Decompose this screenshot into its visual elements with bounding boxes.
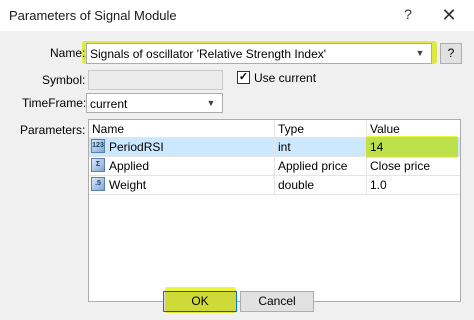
parameters-label: Parameters: bbox=[20, 123, 86, 137]
column-header-value[interactable]: Value bbox=[370, 122, 400, 136]
ok-button[interactable]: OK bbox=[163, 291, 237, 312]
column-divider[interactable] bbox=[366, 120, 367, 137]
dialog-body: Name: Signals of oscillator 'Relative St… bbox=[0, 31, 474, 320]
name-dropdown[interactable]: Signals of oscillator 'Relative Strength… bbox=[86, 43, 432, 64]
parameters-table[interactable]: Name Type Value 123 PeriodRSI int 14 Σ A… bbox=[88, 119, 461, 302]
cancel-button[interactable]: Cancel bbox=[240, 291, 314, 312]
param-name: Weight bbox=[109, 178, 147, 192]
parameter-icon: .5 bbox=[91, 177, 105, 191]
column-divider[interactable] bbox=[274, 120, 275, 137]
window-title: Parameters of Signal Module bbox=[9, 8, 177, 23]
parameter-icon: Σ bbox=[91, 158, 105, 172]
table-header: Name Type Value bbox=[89, 120, 460, 138]
symbol-label: Symbol: bbox=[42, 73, 86, 87]
timeframe-dropdown[interactable]: current ▼ bbox=[86, 93, 223, 113]
name-label: Name: bbox=[50, 46, 86, 60]
column-gridline bbox=[366, 137, 367, 195]
name-dropdown-value: Signals of oscillator 'Relative Strength… bbox=[90, 47, 327, 61]
timeframe-label: TimeFrame: bbox=[22, 96, 87, 110]
name-help-button[interactable]: ? bbox=[440, 43, 462, 64]
param-name: Applied bbox=[109, 159, 150, 173]
chevron-down-icon[interactable]: ▼ bbox=[203, 95, 219, 112]
close-icon[interactable]: ✕ bbox=[437, 3, 461, 27]
param-value[interactable]: 14 bbox=[370, 140, 383, 154]
chevron-down-icon[interactable]: ▼ bbox=[412, 45, 428, 62]
param-name: PeriodRSI bbox=[109, 140, 164, 154]
symbol-input[interactable] bbox=[88, 70, 223, 90]
param-value[interactable]: 1.0 bbox=[370, 178, 387, 192]
column-gridline bbox=[274, 137, 275, 195]
column-header-name[interactable]: Name bbox=[92, 122, 124, 136]
help-icon[interactable]: ? bbox=[401, 6, 415, 24]
param-type: int bbox=[278, 140, 291, 154]
param-type: double bbox=[278, 178, 315, 192]
param-type: Applied price bbox=[278, 159, 348, 173]
title-bar: Parameters of Signal Module ? ✕ bbox=[0, 0, 474, 31]
timeframe-dropdown-value: current bbox=[90, 97, 128, 111]
use-current-checkbox[interactable]: ✓ bbox=[237, 71, 250, 84]
use-current-label[interactable]: Use current bbox=[254, 71, 316, 85]
column-header-type[interactable]: Type bbox=[278, 122, 304, 136]
parameter-icon: 123 bbox=[91, 139, 105, 153]
param-value[interactable]: Close price bbox=[370, 159, 430, 173]
